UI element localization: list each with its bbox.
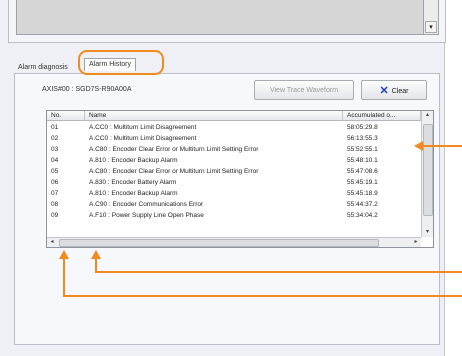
chevron-down-icon[interactable]: ▾ [425,21,437,33]
scroll-up-icon[interactable]: ▴ [422,111,433,120]
callout-arrow-no-vline [63,259,65,296]
scroll-right-icon[interactable]: ▸ [411,238,421,247]
table-row[interactable]: 05 A.C80 : Encoder Clear Error or Multit… [47,166,421,177]
row-name: A.830 : Encoder Battery Alarm [89,179,177,186]
horizontal-scroll-thumb[interactable] [59,239,379,247]
row-accumulated: 55:34:04.2 [347,212,378,219]
row-name: A.F10 : Power Supply Line Open Phase [89,212,204,219]
top-scrollbar[interactable]: ▾ [423,0,439,35]
column-header-accumulated[interactable]: Accumulated o... [343,111,421,121]
row-no: 02 [51,135,59,142]
table-row[interactable]: 07 A.810 : Encoder Backup Alarm 55:45:18… [47,188,421,199]
tab-alarm-diagnosis[interactable]: Alarm diagnosis [18,62,68,74]
row-accumulated: 55:45:18.9 [347,190,378,197]
row-no: 03 [51,146,59,153]
table-row[interactable]: 08 A.C90 : Encoder Communications Error … [47,199,421,210]
scroll-left-icon[interactable]: ◂ [47,238,57,247]
scroll-down-icon[interactable]: ▾ [422,228,433,237]
row-no: 06 [51,179,59,186]
clear-button[interactable]: ✕ Clear [361,80,427,100]
row-accumulated: 58:05:29.8 [347,124,378,131]
column-header-no[interactable]: No. [47,111,85,121]
row-name: A.810 : Encoder Backup Alarm [89,157,178,164]
row-name: A.C90 : Encoder Communications Error [89,201,204,208]
callout-arrow-name-head [91,250,101,259]
vertical-scrollbar[interactable]: ▴ ▾ [421,111,433,237]
row-accumulated: 55:44:37.2 [347,201,378,208]
row-accumulated: 56:13:55.3 [347,135,378,142]
row-accumulated: 55:45:19.1 [347,179,378,186]
table-row[interactable]: 01 A.CC0 : Multiturn Limit Disagreement … [47,122,421,133]
row-name: A.C80 : Encoder Clear Error or Multiturn… [89,168,259,175]
alarm-history-table[interactable]: No. Name Accumulated o... 01 A.CC0 : Mul… [46,110,434,248]
vertical-scroll-thumb[interactable] [423,124,433,216]
table-row[interactable]: 06 A.830 : Encoder Battery Alarm 55:45:1… [47,177,421,188]
callout-arrow-name-hline [95,271,462,273]
table-row[interactable]: 04 A.810 : Encoder Backup Alarm 55:48:10… [47,155,421,166]
column-header-name[interactable]: Name [85,111,343,121]
row-no: 01 [51,124,59,131]
row-no: 08 [51,201,59,208]
row-accumulated: 55:48:10.1 [347,157,378,164]
row-name: A.C80 : Encoder Clear Error or Multiturn… [89,146,259,153]
table-row[interactable]: 02 A.CC0 : Multiturn Limit Disagreement … [47,133,421,144]
tab-highlight-callout [78,50,164,75]
row-no: 04 [51,157,59,164]
row-name: A.810 : Encoder Backup Alarm [89,190,178,197]
view-trace-waveform-button[interactable]: View Trace Waveform [254,80,354,100]
row-name: A.CC0 : Multiturn Limit Disagreement [89,124,197,131]
table-row[interactable]: 03 A.C80 : Encoder Clear Error or Multit… [47,144,421,155]
clear-button-label: Clear [391,88,409,95]
axis-label: AXIS#00 : SGD7S-R90A00A [42,86,132,93]
callout-arrow-no-hline [63,295,462,297]
horizontal-scrollbar[interactable]: ◂ ▸ [47,237,421,247]
callout-arrow-no-head [59,250,69,259]
row-no: 05 [51,168,59,175]
row-no: 09 [51,212,59,219]
row-no: 07 [51,190,59,197]
row-accumulated: 55:52:55.1 [347,146,378,153]
callout-arrow-acc-head [414,141,423,151]
close-x-icon: ✕ [379,85,389,97]
top-list-field[interactable] [16,0,424,35]
table-row[interactable]: 09 A.F10 : Power Supply Line Open Phase … [47,210,421,221]
row-accumulated: 55:47:08.6 [347,168,378,175]
callout-arrow-acc-line [423,145,462,147]
row-name: A.CC0 : Multiturn Limit Disagreement [89,135,197,142]
